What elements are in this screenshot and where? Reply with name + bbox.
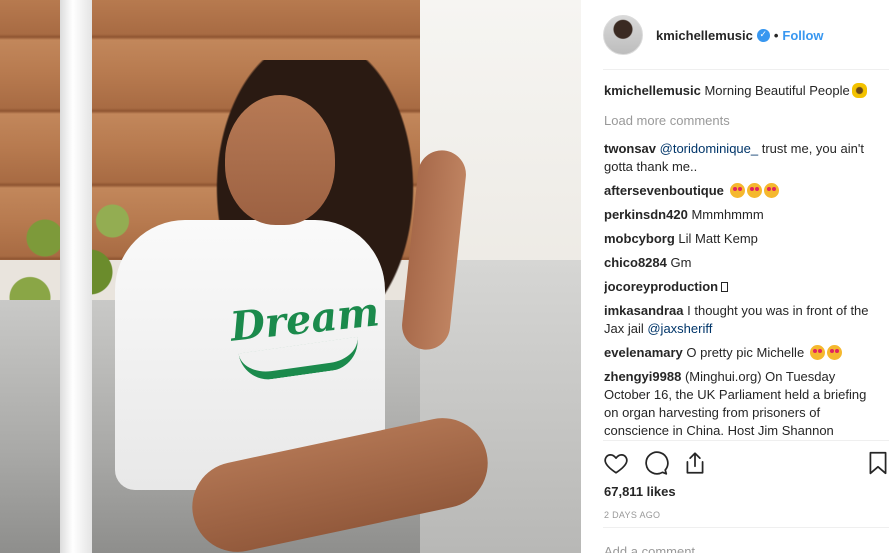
comment-text: Gm xyxy=(670,255,692,270)
post-timestamp[interactable]: 2 DAYS AGO xyxy=(604,510,660,520)
comment-text: O pretty pic Michelle xyxy=(686,345,808,360)
caption-text: Morning Beautiful People xyxy=(704,83,850,98)
post-photo[interactable]: Dream xyxy=(0,0,581,553)
comment-mention[interactable]: @jaxsheriff xyxy=(647,321,712,336)
list-item: mobcyborg Lil Matt Kemp xyxy=(604,230,884,248)
comment-username[interactable]: zhengyi9988 xyxy=(604,369,681,384)
comment-username[interactable]: twonsav xyxy=(604,141,656,156)
comment-username[interactable]: aftersevenboutique xyxy=(604,183,724,198)
white-pillar xyxy=(60,0,92,553)
list-item: imkasandraa I thought you was in front o… xyxy=(604,302,884,338)
list-item: twonsav @toridominique_ trust me, you ai… xyxy=(604,140,884,176)
comment-username[interactable]: perkinsdn420 xyxy=(604,207,688,222)
follow-button[interactable]: Follow xyxy=(782,28,823,43)
list-item: zhengyi9988 (Minghui.org) On Tuesday Oct… xyxy=(604,368,884,438)
list-item: chico8284 Gm xyxy=(604,254,884,272)
avatar[interactable] xyxy=(603,15,643,55)
sunflower-emoji-icon xyxy=(851,83,867,98)
heart-eyes-emoji-icon xyxy=(826,345,842,360)
verified-badge-icon: ✓ xyxy=(756,28,770,42)
comment-username[interactable]: evelenamary xyxy=(604,345,683,360)
add-comment-divider xyxy=(603,527,889,528)
add-comment-input[interactable] xyxy=(604,536,874,553)
heart-eyes-emoji-icon xyxy=(809,345,825,360)
heart-eyes-emoji-icon xyxy=(763,183,779,198)
comment-text: Lil Matt Kemp xyxy=(678,231,758,246)
likes-count[interactable]: 67,811 likes xyxy=(604,484,676,499)
comment-username[interactable]: chico8284 xyxy=(604,255,667,270)
heart-icon[interactable] xyxy=(603,450,629,476)
list-item: evelenamary O pretty pic Michelle xyxy=(604,344,884,362)
post-sidebar: kmichellemusic ✓ • Follow kmichellemusic… xyxy=(581,0,895,553)
caption: kmichellemusic Morning Beautiful People xyxy=(604,82,884,100)
comment-mention[interactable]: @toridominique_ xyxy=(660,141,758,156)
heart-eyes-emoji-icon xyxy=(746,183,762,198)
header-username[interactable]: kmichellemusic xyxy=(656,28,753,43)
caption-username[interactable]: kmichellemusic xyxy=(604,83,701,98)
comments-list[interactable]: kmichellemusic Morning Beautiful People … xyxy=(604,82,884,438)
comment-icon[interactable] xyxy=(643,450,669,476)
list-item: jocoreyproduction xyxy=(604,278,884,296)
share-icon[interactable] xyxy=(682,450,708,476)
load-more-comments-button[interactable]: Load more comments xyxy=(604,112,884,130)
comment-text: Mmmhmmm xyxy=(691,207,764,222)
heart-eyes-emoji-icon xyxy=(729,183,745,198)
actions-divider xyxy=(603,440,889,441)
comment-username[interactable]: jocoreyproduction xyxy=(604,279,718,294)
comment-username[interactable]: imkasandraa xyxy=(604,303,684,318)
unknown-glyph-icon xyxy=(721,282,729,292)
person-face xyxy=(225,95,335,225)
list-item: aftersevenboutique xyxy=(604,182,884,200)
header-divider xyxy=(603,69,889,70)
list-item: perkinsdn420 Mmmhmmm xyxy=(604,206,884,224)
post-header: kmichellemusic ✓ • Follow xyxy=(581,0,895,70)
action-bar xyxy=(603,448,891,480)
comment-username[interactable]: mobcyborg xyxy=(604,231,675,246)
bookmark-icon[interactable] xyxy=(865,450,891,476)
separator-dot: • xyxy=(773,27,779,43)
